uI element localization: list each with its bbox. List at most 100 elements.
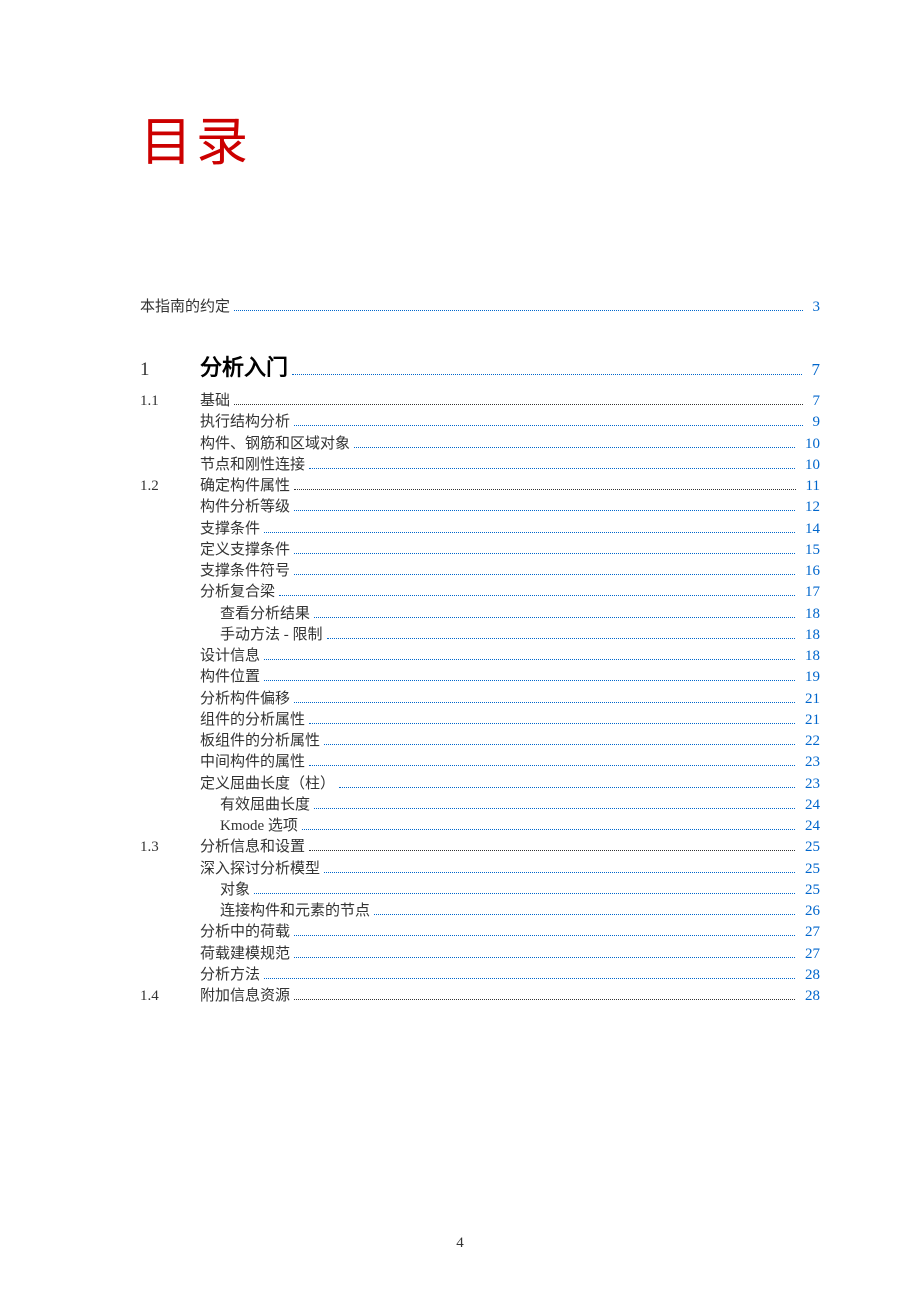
section-heading-page: 25 (805, 837, 820, 857)
section-heading-page: 11 (806, 476, 820, 496)
leader-dots (264, 518, 795, 533)
toc-item-entry: 执行结构分析9 (200, 411, 820, 432)
section-heading-entry: 确定构件属性11 (200, 475, 820, 496)
leader-dots (309, 751, 795, 766)
item-content: 支撑条件符号16 (200, 560, 820, 581)
section-content: 分析信息和设置 25 (200, 836, 820, 857)
section-content: 确定构件属性11 (200, 475, 820, 496)
toc-item-page: 21 (805, 689, 820, 709)
toc-item-label: 分析构件偏移 (200, 689, 290, 709)
toc-item-label: 构件位置 (200, 667, 260, 687)
item-content: 深入探讨分析模型25 (200, 858, 820, 879)
toc-item-row: 执行结构分析9 (140, 411, 820, 432)
toc-item-page: 21 (805, 710, 820, 730)
toc-item-entry: 构件分析等级12 (200, 496, 820, 517)
toc-item-entry: 组件的分析属性21 (200, 709, 820, 730)
top-entry-label: 本指南的约定 (140, 295, 230, 316)
item-content: 构件分析等级12 (200, 496, 820, 517)
item-content: 支撑条件14 (200, 518, 820, 539)
toc-item-entry: Kmode 选项24 (200, 815, 820, 836)
item-content: 对象 25 (200, 879, 820, 900)
toc-item-entry: 手动方法 - 限制18 (200, 624, 820, 645)
toc-item-entry: 定义支撑条件15 (200, 539, 820, 560)
toc-item-label: 定义支撑条件 (200, 540, 290, 560)
section-heading-entry: 附加信息资源 28 (200, 985, 820, 1006)
chapter-label: 分析入门 (200, 350, 288, 382)
section-heading-label: 分析信息和设置 (200, 837, 305, 857)
toc-item-row: 分析中的荷载27 (140, 921, 820, 942)
toc-item-label: 构件分析等级 (200, 497, 290, 517)
toc-item-page: 18 (805, 625, 820, 645)
toc-item-row: 连接构件和元素的节点 26 (140, 900, 820, 921)
item-content: 手动方法 - 限制18 (200, 624, 820, 645)
leader-dots (374, 900, 795, 915)
toc-item-page: 18 (805, 646, 820, 666)
chapter-page: 7 (812, 360, 821, 380)
toc-item-page: 25 (805, 859, 820, 879)
item-content: 荷载建模规范27 (200, 943, 820, 964)
toc-item-page: 26 (805, 901, 820, 921)
top-entry-page: 3 (813, 299, 821, 316)
toc-item-entry: 分析中的荷载27 (200, 921, 820, 942)
chapter-num: 1 (140, 359, 200, 381)
toc-item-page: 22 (805, 731, 820, 751)
toc-item-row: 定义屈曲长度（柱） 23 (140, 773, 820, 794)
item-content: 执行结构分析9 (200, 411, 820, 432)
item-content: 分析中的荷载27 (200, 921, 820, 942)
item-content: 板组件的分析属性22 (200, 730, 820, 751)
leader-dots (279, 581, 795, 596)
toc-item-row: Kmode 选项24 (140, 815, 820, 836)
toc-item-label: 对象 (220, 880, 250, 900)
toc-item-label: 连接构件和元素的节点 (220, 901, 370, 921)
toc-item-entry: 深入探讨分析模型25 (200, 858, 820, 879)
leader-dots (314, 794, 795, 809)
item-content: 分析方法28 (200, 964, 820, 985)
toc-item-page: 24 (805, 795, 820, 815)
section-heading-page: 28 (805, 986, 820, 1006)
toc-item-label: 支撑条件 (200, 519, 260, 539)
toc-item-row: 分析方法28 (140, 964, 820, 985)
section-heading-row: 1.4附加信息资源 28 (140, 985, 820, 1006)
toc-item-entry: 构件、钢筋和区域对象10 (200, 433, 820, 454)
section-heading-entry: 分析信息和设置 25 (200, 836, 820, 857)
toc-item-label: 中间构件的属性 (200, 752, 305, 772)
leader-dots (292, 360, 801, 375)
toc-item-page: 27 (805, 922, 820, 942)
toc-item-page: 18 (805, 604, 820, 624)
toc-item-label: 荷载建模规范 (200, 944, 290, 964)
item-content: 构件位置19 (200, 666, 820, 687)
toc-item-label: 执行结构分析 (200, 412, 290, 432)
leader-dots (264, 645, 795, 660)
toc-item-page: 25 (805, 880, 820, 900)
item-content: 有效屈曲长度24 (200, 794, 820, 815)
toc-item-entry: 分析复合梁17 (200, 581, 820, 602)
item-content: 分析构件偏移 21 (200, 688, 820, 709)
toc-item-row: 查看分析结果18 (140, 603, 820, 624)
section-num: 1.4 (140, 986, 200, 1006)
section-heading-row: 1.3分析信息和设置 25 (140, 836, 820, 857)
toc-item-row: 构件、钢筋和区域对象10 (140, 433, 820, 454)
section-heading-label: 附加信息资源 (200, 986, 290, 1006)
toc-item-row: 定义支撑条件15 (140, 539, 820, 560)
toc-item-row: 深入探讨分析模型25 (140, 858, 820, 879)
item-content: 中间构件的属性23 (200, 751, 820, 772)
toc-item-entry: 设计信息18 (200, 645, 820, 666)
section-heading-page: 7 (813, 391, 821, 411)
toc-item-entry: 查看分析结果18 (200, 603, 820, 624)
section-heading-entry: 基础7 (200, 390, 820, 411)
toc-item-page: 10 (805, 434, 820, 454)
toc-item-page: 23 (805, 774, 820, 794)
item-content: 构件、钢筋和区域对象10 (200, 433, 820, 454)
toc-item-row: 构件分析等级12 (140, 496, 820, 517)
item-content: 连接构件和元素的节点 26 (200, 900, 820, 921)
toc-item-entry: 对象 25 (200, 879, 820, 900)
toc-item-entry: 板组件的分析属性22 (200, 730, 820, 751)
toc-title: 目录 (140, 100, 820, 175)
toc-item-label: 定义屈曲长度（柱） (200, 774, 335, 794)
toc-item-entry: 支撑条件14 (200, 518, 820, 539)
section-heading-row: 1.1基础7 (140, 390, 820, 411)
section-num: 1.3 (140, 837, 200, 857)
toc-item-entry: 分析构件偏移 21 (200, 688, 820, 709)
leader-dots (294, 921, 795, 936)
section-content: 基础7 (200, 390, 820, 411)
